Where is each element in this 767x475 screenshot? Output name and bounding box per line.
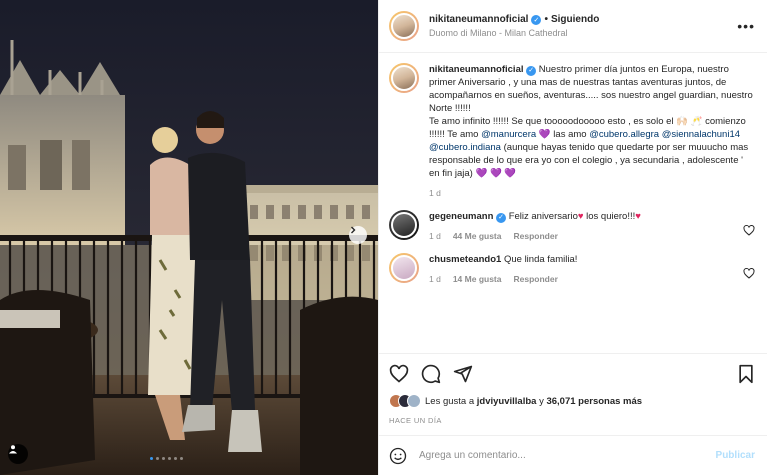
carousel-dot bbox=[180, 457, 183, 460]
add-comment-bar: Publicar bbox=[379, 435, 767, 475]
reply-button[interactable]: Responder bbox=[513, 273, 557, 286]
commenter-avatar[interactable] bbox=[389, 210, 419, 240]
carousel-dot bbox=[150, 457, 153, 460]
purple-heart-emoji: 💜 bbox=[538, 129, 551, 140]
comments-list: nikitaneumannoficial ✓ Nuestro primer dí… bbox=[379, 53, 767, 353]
liker-avatar bbox=[407, 394, 421, 408]
verified-badge-icon: ✓ bbox=[531, 14, 542, 25]
carousel-dot bbox=[156, 457, 159, 460]
following-button[interactable]: Siguiendo bbox=[551, 14, 599, 25]
carousel-dot bbox=[168, 457, 171, 460]
reply-button[interactable]: Responder bbox=[513, 230, 557, 243]
more-options-icon[interactable]: ••• bbox=[737, 18, 755, 34]
author-username[interactable]: nikitaneumannoficial bbox=[429, 14, 528, 25]
comment-text: Que linda familia! bbox=[503, 254, 578, 265]
verified-badge-icon: ✓ bbox=[526, 65, 537, 76]
post-photo[interactable] bbox=[0, 0, 378, 475]
smiley-icon[interactable] bbox=[389, 447, 407, 465]
comment-icon[interactable] bbox=[421, 364, 441, 384]
caption-avatar[interactable] bbox=[389, 63, 419, 93]
photo-scene bbox=[0, 0, 378, 475]
comment-likes-count[interactable]: 14 Me gusta bbox=[453, 273, 502, 286]
chevron-right-icon bbox=[351, 226, 356, 234]
post-timestamp[interactable]: HACE UN DÍA bbox=[389, 416, 755, 425]
comment-item: chusmeteando1 Que linda familia! 1 d 14 … bbox=[389, 253, 755, 286]
likes-mid: y bbox=[539, 395, 544, 407]
caption-text: las amo bbox=[553, 129, 587, 140]
publish-button[interactable]: Publicar bbox=[716, 450, 755, 461]
tagged-users-button[interactable] bbox=[8, 444, 28, 464]
post-header: nikitaneumannoficial ✓ • Siguiendo Duomo… bbox=[379, 0, 767, 53]
author-avatar[interactable] bbox=[389, 11, 419, 41]
comment-time[interactable]: 1 d bbox=[429, 230, 441, 243]
post-location[interactable]: Duomo di Milano - Milan Cathedral bbox=[429, 28, 737, 38]
carousel-indicator bbox=[150, 457, 183, 460]
red-heart-emoji: ♥ bbox=[577, 211, 584, 222]
commenter-avatar[interactable] bbox=[389, 253, 419, 283]
heart-icon[interactable] bbox=[389, 364, 409, 384]
caption-time[interactable]: 1 d bbox=[429, 187, 441, 200]
mention-link[interactable]: @siennalachuni14 bbox=[662, 129, 740, 140]
header-separator: • bbox=[544, 14, 548, 25]
post-actions: Les gusta a jdviyuvillalba y 36,071 pers… bbox=[379, 353, 767, 425]
caption-username[interactable]: nikitaneumannoficial bbox=[429, 64, 524, 75]
comment-likes-count[interactable]: 44 Me gusta bbox=[453, 230, 502, 243]
comment-username[interactable]: chusmeteando1 bbox=[429, 254, 501, 265]
carousel-dot bbox=[162, 457, 165, 460]
comment-time[interactable]: 1 d bbox=[429, 273, 441, 286]
comment-like-heart-icon[interactable] bbox=[743, 218, 755, 243]
verified-badge-icon: ✓ bbox=[496, 212, 507, 223]
bookmark-icon[interactable] bbox=[737, 364, 755, 384]
red-heart-emoji: ♥ bbox=[635, 211, 641, 222]
instagram-post-modal: nikitaneumannoficial ✓ • Siguiendo Duomo… bbox=[0, 0, 767, 475]
share-icon[interactable] bbox=[453, 364, 473, 384]
carousel-next-button[interactable] bbox=[349, 226, 367, 244]
carousel-dot bbox=[174, 457, 177, 460]
comment-text: los quiero!!! bbox=[586, 211, 636, 222]
mention-link[interactable]: @cubero.allegra bbox=[589, 129, 659, 140]
purple-hearts-emoji: 💜 💜 💜 bbox=[475, 168, 517, 179]
comment-like-heart-icon[interactable] bbox=[743, 261, 755, 286]
comment-item: gegeneumann ✓ Feliz aniversario♥ los qui… bbox=[389, 210, 755, 243]
likes-summary[interactable]: Les gusta a jdviyuvillalba y 36,071 pers… bbox=[389, 394, 755, 408]
post-side-panel: nikitaneumannoficial ✓ • Siguiendo Duomo… bbox=[378, 0, 767, 475]
comment-text: Feliz aniversario bbox=[508, 211, 578, 222]
likes-prefix: Les gusta a bbox=[425, 395, 475, 407]
mention-link[interactable]: @cubero.indiana bbox=[429, 142, 501, 153]
post-caption: nikitaneumannoficial ✓ Nuestro primer dí… bbox=[389, 63, 755, 200]
comment-username[interactable]: gegeneumann bbox=[429, 211, 493, 222]
mention-link[interactable]: @manurcera bbox=[481, 129, 536, 140]
comment-input[interactable] bbox=[419, 450, 716, 461]
likes-count[interactable]: 36,071 personas más bbox=[546, 396, 642, 407]
likes-user[interactable]: jdviyuvillalba bbox=[477, 396, 537, 407]
user-icon bbox=[9, 445, 17, 454]
couple-figures bbox=[148, 111, 262, 452]
